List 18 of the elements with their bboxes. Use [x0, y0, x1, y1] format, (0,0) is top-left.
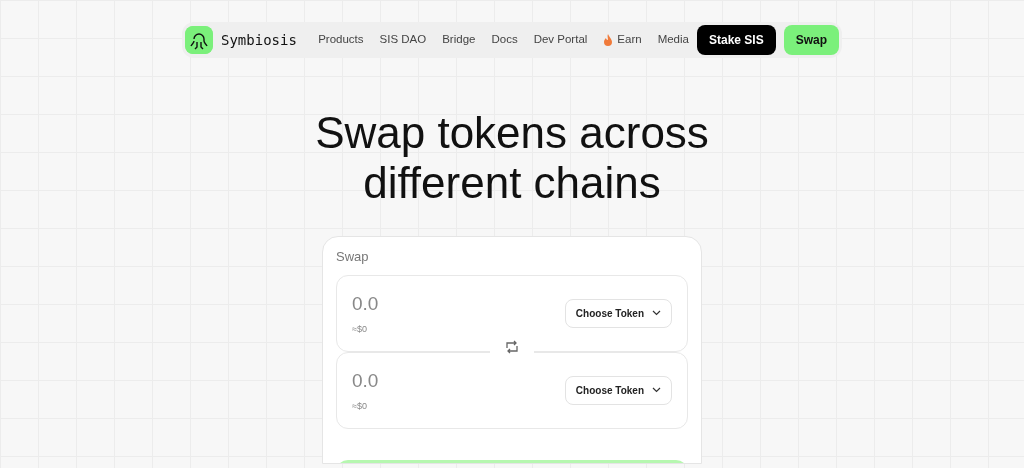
choose-token-button[interactable]: Choose Token	[564, 375, 672, 405]
amount-field[interactable]: 0.0	[352, 290, 452, 319]
nav-link[interactable]: Media	[657, 31, 689, 49]
usd-value: ≈$0	[352, 322, 368, 336]
choose-token-button[interactable]: Choose Token	[564, 298, 672, 328]
headline: Swap tokens across different chains	[314, 108, 710, 208]
nav-link[interactable]: Dev Portal	[533, 31, 588, 49]
nav-link[interactable]: Earn	[603, 31, 642, 49]
nav-link[interactable]: Products	[318, 31, 364, 49]
nav-link[interactable]: SIS DAO	[379, 31, 427, 49]
usd-value: ≈$0	[352, 399, 368, 413]
swap-button[interactable]: Swap	[783, 25, 839, 55]
stake-button[interactable]: Stake SIS	[696, 25, 776, 55]
card-title: Swap	[336, 248, 370, 266]
brand-name[interactable]: Symbiosis	[221, 29, 297, 51]
amount-field[interactable]: 0.0	[352, 367, 452, 396]
nav-link[interactable]: Docs	[491, 31, 518, 49]
nav-link[interactable]: Bridge	[442, 31, 476, 49]
